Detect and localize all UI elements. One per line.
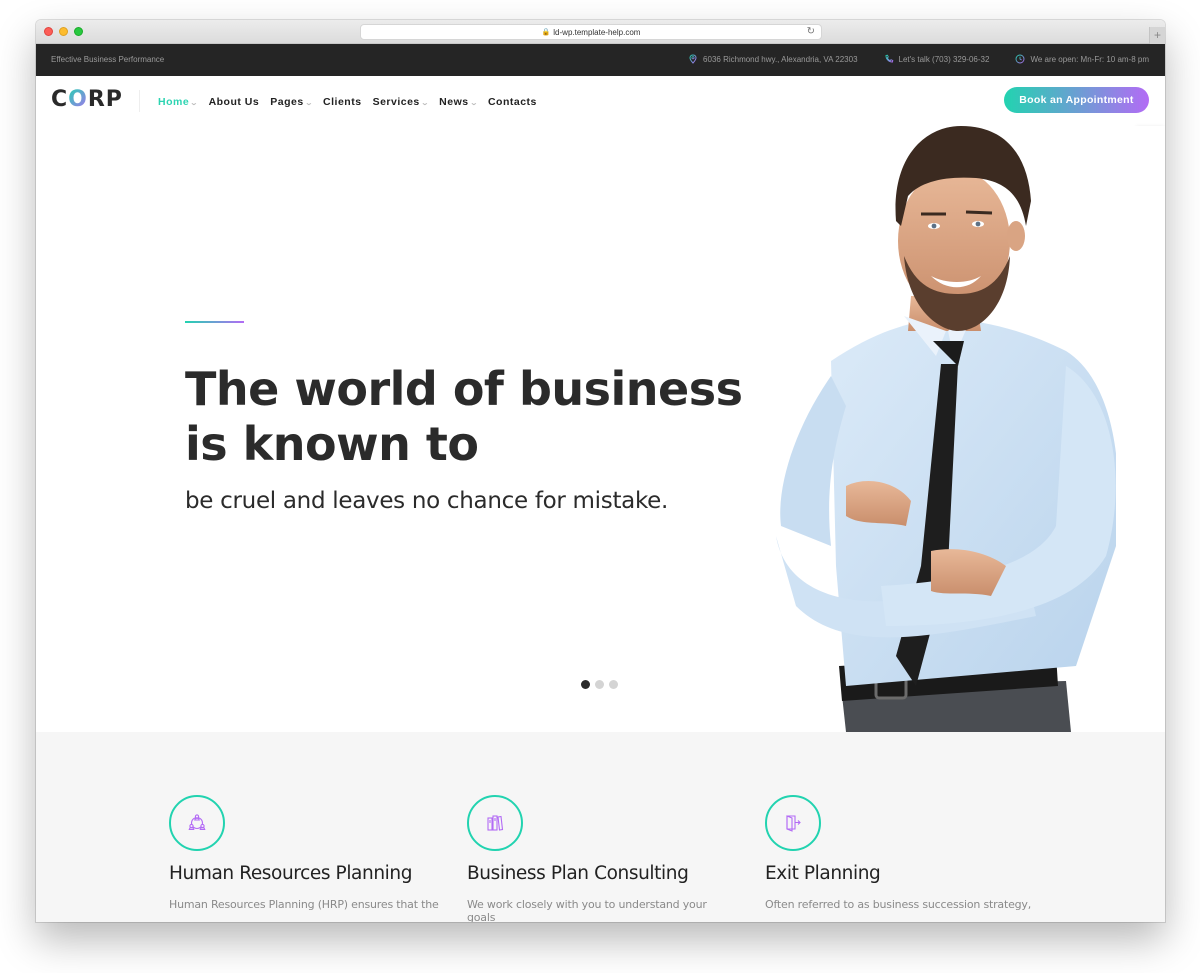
service-description: Often referred to as business succession… [765,898,1032,911]
nav-item-pages[interactable]: Pages ⌄ [270,96,312,108]
window-controls [44,27,83,36]
logo-accent-letter: O [68,87,88,112]
hero-subtitle: be cruel and leaves no chance for mistak… [185,488,669,514]
nav-label: Contacts [487,96,537,108]
phone-text: Let's talk (703) 329-06-32 [898,54,990,64]
chevron-down-icon: ⌄ [420,100,430,107]
address-text: 6036 Richmond hwy., Alexandria, VA 22303 [703,54,858,64]
phone-info[interactable]: Let's talk (703) 329-06-32 [884,54,990,64]
books-icon [487,815,504,831]
nav-label: Clients [323,96,362,108]
lock-icon: 🔒 [541,29,551,36]
nav-item-contacts[interactable]: Contacts [488,96,537,108]
team-icon [188,814,206,831]
nav-label: About Us [208,96,260,108]
site-header: CORP Home ⌄ About Us Pages ⌄ Clients Servi… [36,76,1165,126]
url-text: ld-wp.template-help.com [553,27,641,37]
slide-dot-3[interactable] [609,680,618,689]
hero-title-line-2: is known to [185,417,479,471]
logo-letters: RP [87,87,123,112]
site-tagline: Effective Business Performance [51,55,165,64]
close-window-button[interactable] [44,27,53,36]
service-title: Business Plan Consulting [467,863,689,884]
nav-item-about-us[interactable]: About Us [209,96,260,108]
service-title: Exit Planning [765,863,881,884]
service-icon-circle [169,795,225,851]
hero-businessman-image [776,126,1116,732]
address-bar[interactable]: 🔒 ld-wp.template-help.com ↻ [360,24,822,40]
nav-label: News [439,96,469,108]
exit-door-icon [786,815,801,832]
top-info-bar: Effective Business Performance 6036 Rich… [36,44,1165,76]
minimize-window-button[interactable] [59,27,68,36]
hero-title-line-1: The world of business [185,362,743,416]
reload-icon[interactable]: ↻ [807,26,815,37]
nav-label: Pages [270,96,304,108]
hours-info: We are open: Mn-Fr: 10 am-8 pm [1015,54,1149,64]
address-info: 6036 Richmond hwy., Alexandria, VA 22303 [688,54,858,64]
logo-letter: C [51,87,69,112]
service-description: Human Resources Planning (HRP) ensures t… [169,898,439,911]
corp-logo[interactable]: CORP [51,87,123,112]
nav-label: Home [158,96,190,108]
nav-label: Services [372,96,420,108]
header-divider [139,90,140,112]
nav-item-home[interactable]: Home ⌄ [158,96,198,108]
new-tab-button[interactable]: + [1149,27,1165,44]
main-nav: Home ⌄ About Us Pages ⌄ Clients Services ⌄ … [158,96,537,108]
contact-info: 6036 Richmond hwy., Alexandria, VA 22303… [688,54,1149,64]
chevron-down-icon: ⌄ [304,100,314,107]
service-card[interactable]: Business Plan Consulting We work closely… [467,795,737,922]
book-appointment-button[interactable]: Book an Appointment [1004,87,1149,113]
service-card[interactable]: Exit Planning Often referred to as busin… [765,795,1035,911]
service-icon-circle [467,795,523,851]
slide-dot-1[interactable] [581,680,590,689]
nav-item-clients[interactable]: Clients [323,96,362,108]
nav-item-news[interactable]: News ⌄ [439,96,477,108]
chevron-down-icon: ⌄ [189,100,199,107]
browser-window: 🔒 ld-wp.template-help.com ↻ + Effective … [36,20,1165,922]
map-pin-icon [689,54,697,64]
nav-item-services[interactable]: Services ⌄ [373,96,429,108]
service-icon-circle [765,795,821,851]
service-title: Human Resources Planning [169,863,413,884]
services-section: Human Resources Planning Human Resources… [36,732,1165,922]
service-description: We work closely with you to understand y… [467,898,707,922]
hero-accent-line [185,321,244,323]
phone-icon [885,54,893,63]
service-card[interactable]: Human Resources Planning Human Resources… [169,795,439,911]
hero-title: The world of business is known to [185,362,745,472]
clock-icon [1015,54,1025,64]
browser-toolbar: 🔒 ld-wp.template-help.com ↻ + [36,20,1165,44]
maximize-window-button[interactable] [74,27,83,36]
slide-dot-2[interactable] [595,680,604,689]
hero-slider: The world of business is known to be cru… [36,126,1165,732]
slider-pagination [581,680,618,689]
hours-text: We are open: Mn-Fr: 10 am-8 pm [1030,54,1149,64]
chevron-down-icon: ⌄ [469,100,479,107]
